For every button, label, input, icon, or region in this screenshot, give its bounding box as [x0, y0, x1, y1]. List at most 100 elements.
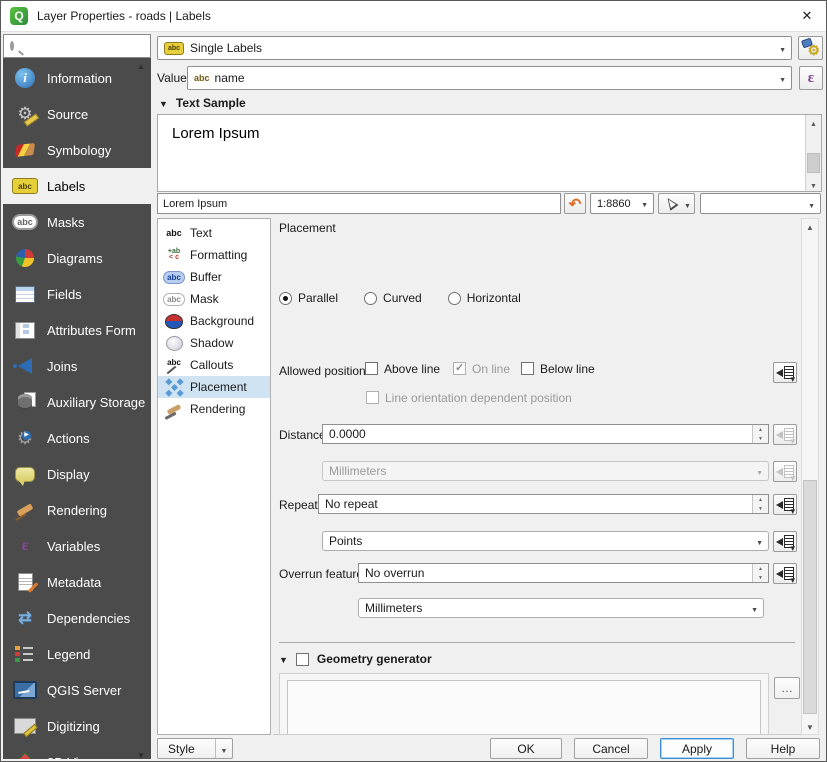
repeat-override-button[interactable] — [773, 494, 797, 515]
sidebar-item-symbology[interactable]: Symbology — [3, 132, 151, 168]
sidebar-item-3d-view[interactable]: 3D View — [3, 744, 151, 759]
scroll-up-icon[interactable] — [802, 219, 818, 234]
sidebar-item-label: QGIS Server — [47, 683, 121, 698]
sidebar-item-attributes-form[interactable]: Attributes Form — [3, 312, 151, 348]
text-sample-header[interactable]: Text Sample — [159, 96, 246, 110]
tab-shadow[interactable]: Shadow — [158, 332, 270, 354]
geometry-generator-checkbox[interactable] — [296, 653, 309, 666]
tab-callouts[interactable]: Callouts — [158, 354, 270, 376]
automated-placement-settings-button[interactable] — [798, 36, 823, 60]
panel-scrollbar[interactable] — [801, 218, 819, 735]
sidebar-item-label: Display — [47, 467, 90, 482]
style-button[interactable]: Style — [157, 738, 233, 759]
sidebar-item-label: Actions — [47, 431, 90, 446]
spin-up-icon[interactable] — [753, 495, 768, 504]
sidebar-item-information[interactable]: Information — [3, 60, 151, 96]
sidebar-item-qgis-server[interactable]: QGIS Server — [3, 672, 151, 708]
map-tool-dropdown[interactable] — [681, 193, 695, 214]
sidebar-item-labels[interactable]: Labels — [3, 168, 151, 204]
sidebar-item-variables[interactable]: Variables — [3, 528, 151, 564]
geometry-generator-expression-area[interactable] — [279, 673, 769, 735]
map-cursor-tool-button[interactable] — [658, 193, 682, 214]
sidebar-item-fields[interactable]: Fields — [3, 276, 151, 312]
expression-builder-button[interactable] — [799, 66, 823, 90]
scroll-down-icon[interactable] — [806, 177, 821, 191]
help-button[interactable]: Help — [746, 738, 820, 759]
curved-radio[interactable] — [364, 292, 377, 305]
tab-text[interactable]: Text — [158, 222, 270, 244]
sidebar-scroll-down-icon[interactable] — [134, 747, 148, 759]
overrun-spinbox[interactable]: No overrun — [358, 563, 769, 583]
sidebar-item-digitizing[interactable]: Digitizing — [3, 708, 151, 744]
tab-rendering[interactable]: Rendering — [158, 398, 270, 420]
distance-unit-combo[interactable]: Millimeters — [322, 461, 769, 481]
sidebar-item-dependencies[interactable]: Dependencies — [3, 600, 151, 636]
value-field-combo[interactable]: name — [187, 66, 792, 90]
distance-unit-override-button[interactable] — [773, 461, 797, 482]
sidebar-item-label: Fields — [47, 287, 82, 302]
preview-scrollbar[interactable] — [805, 115, 821, 191]
above-line-checkbox[interactable] — [365, 362, 378, 375]
sidebar-item-source[interactable]: Source — [3, 96, 151, 132]
tab-background[interactable]: Background — [158, 310, 270, 332]
preset-combo[interactable] — [700, 193, 821, 214]
collapse-triangle-icon[interactable] — [279, 652, 288, 666]
sidebar-item-legend[interactable]: Legend — [3, 636, 151, 672]
scrollbar-thumb[interactable] — [807, 153, 820, 173]
line-orientation-checkbox[interactable] — [366, 391, 379, 404]
allowed-positions-override-button[interactable] — [773, 362, 797, 383]
repeat-spinbox[interactable]: No repeat — [318, 494, 769, 514]
ok-button[interactable]: OK — [490, 738, 562, 759]
distance-override-button[interactable] — [773, 424, 797, 445]
horizontal-radio[interactable] — [448, 292, 461, 305]
overrun-override-button[interactable] — [773, 563, 797, 584]
apply-button[interactable]: Apply — [660, 738, 734, 759]
label-mode-combo[interactable]: Single Labels — [157, 36, 792, 60]
parallel-radio[interactable] — [279, 292, 292, 305]
repeat-unit-override-button[interactable] — [773, 531, 797, 552]
scale-value: 1:8860 — [597, 198, 631, 210]
chevron-down-icon — [779, 71, 786, 85]
sidebar-item-masks[interactable]: Masks — [3, 204, 151, 240]
sidebar-item-rendering[interactable]: Rendering — [3, 492, 151, 528]
close-icon[interactable] — [794, 4, 820, 28]
distance-spinbox[interactable]: 0.0000 — [322, 424, 769, 444]
scroll-up-icon[interactable] — [806, 115, 821, 129]
tab-formatting[interactable]: Formatting — [158, 244, 270, 266]
sidebar-item-auxiliary-storage[interactable]: Auxiliary Storage — [3, 384, 151, 420]
spin-up-icon[interactable] — [753, 564, 768, 573]
spin-down-icon[interactable] — [753, 434, 768, 443]
apply-label: Apply — [682, 742, 712, 756]
tab-buffer[interactable]: Buffer — [158, 266, 270, 288]
style-dropdown[interactable] — [215, 739, 232, 758]
sidebar-scroll-up-icon[interactable] — [134, 58, 148, 70]
sample-text-input[interactable]: Lorem Ipsum — [157, 193, 561, 214]
buffer-icon — [161, 268, 187, 286]
scrollbar-thumb[interactable] — [803, 480, 817, 714]
reset-sample-button[interactable] — [564, 193, 586, 214]
repeat-unit-combo[interactable]: Points — [322, 531, 769, 551]
overrun-unit-combo[interactable]: Millimeters — [358, 598, 764, 618]
spin-up-icon[interactable] — [753, 425, 768, 434]
on-line-checkbox[interactable] — [453, 362, 466, 375]
spin-buttons — [752, 425, 768, 443]
sidebar-item-display[interactable]: Display — [3, 456, 151, 492]
sidebar-item-actions[interactable]: Actions — [3, 420, 151, 456]
style-button-label: Style — [168, 742, 195, 756]
spin-down-icon[interactable] — [753, 573, 768, 582]
scroll-down-icon[interactable] — [802, 719, 818, 734]
below-line-checkbox[interactable] — [521, 362, 534, 375]
paintbrush-icon — [10, 138, 40, 162]
geometry-generator-title: Geometry generator — [317, 652, 432, 666]
preview-scale-combo[interactable]: 1:8860 — [590, 193, 654, 214]
sidebar-item-diagrams[interactable]: Diagrams — [3, 240, 151, 276]
tab-placement[interactable]: Placement — [158, 376, 270, 398]
spin-down-icon[interactable] — [753, 504, 768, 513]
cancel-button[interactable]: Cancel — [574, 738, 648, 759]
sidebar-item-metadata[interactable]: Metadata — [3, 564, 151, 600]
search-input[interactable] — [14, 35, 177, 57]
spin-buttons — [752, 564, 768, 582]
tab-mask[interactable]: Mask — [158, 288, 270, 310]
sidebar-item-joins[interactable]: Joins — [3, 348, 151, 384]
expression-dialog-button[interactable] — [774, 677, 800, 699]
